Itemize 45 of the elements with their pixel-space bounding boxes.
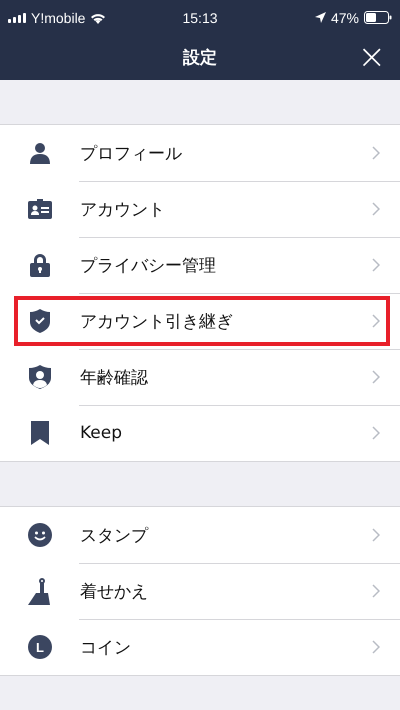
- battery-percent: 47%: [330, 10, 359, 26]
- item-label: プライバシー管理: [80, 254, 217, 276]
- settings-item[interactable]: プライバシー管理: [0, 237, 400, 293]
- wifi-icon: [90, 12, 106, 24]
- item-label: Keep: [80, 423, 124, 443]
- shield-check-icon: [30, 309, 50, 333]
- chevron-icon: [372, 640, 380, 654]
- item-label: 年齢確認: [80, 366, 149, 388]
- item-label: コイン: [80, 636, 132, 658]
- settings-item[interactable]: スタンプ: [0, 507, 400, 563]
- settings-item[interactable]: L コイン: [0, 619, 400, 675]
- chevron-icon: [372, 314, 380, 328]
- settings-item[interactable]: 年齢確認: [0, 349, 400, 405]
- coin-icon: L: [28, 635, 52, 659]
- brush-icon: [28, 578, 52, 604]
- item-label: アカウント引き継ぎ: [80, 310, 234, 332]
- signal-icon: [8, 12, 26, 22]
- chevron-icon: [372, 528, 380, 542]
- settings-item[interactable]: Keep: [0, 405, 400, 461]
- settings-item[interactable]: 着せかえ: [0, 563, 400, 619]
- settings-item[interactable]: アカウント引き継ぎ: [0, 293, 400, 349]
- chevron-icon: [372, 202, 380, 216]
- settings-item[interactable]: アカウント: [0, 181, 400, 237]
- chevron-icon: [372, 370, 380, 384]
- chevron-icon: [372, 584, 380, 598]
- carrier-name: Y!mobile: [31, 10, 86, 26]
- bookmark-icon: [31, 421, 49, 445]
- settings-item[interactable]: プロフィール: [0, 125, 400, 181]
- lock-icon: [30, 253, 50, 277]
- item-label: スタンプ: [80, 524, 150, 546]
- status-time: 15:13: [182, 10, 218, 26]
- item-label: プロフィール: [80, 142, 183, 164]
- chevron-icon: [372, 258, 380, 272]
- item-label: アカウント: [80, 198, 166, 220]
- item-label: 着せかえ: [80, 580, 149, 602]
- shield-person-icon: [29, 365, 51, 389]
- location-icon: [314, 12, 326, 23]
- person-icon: [29, 142, 51, 164]
- smiley-icon: [28, 523, 52, 547]
- battery-icon: [364, 11, 392, 24]
- chevron-icon: [372, 426, 380, 440]
- chevron-icon: [372, 146, 380, 160]
- id-card-icon: [28, 199, 52, 219]
- close-button[interactable]: ×: [354, 41, 390, 73]
- screen-title: 設定: [183, 47, 217, 69]
